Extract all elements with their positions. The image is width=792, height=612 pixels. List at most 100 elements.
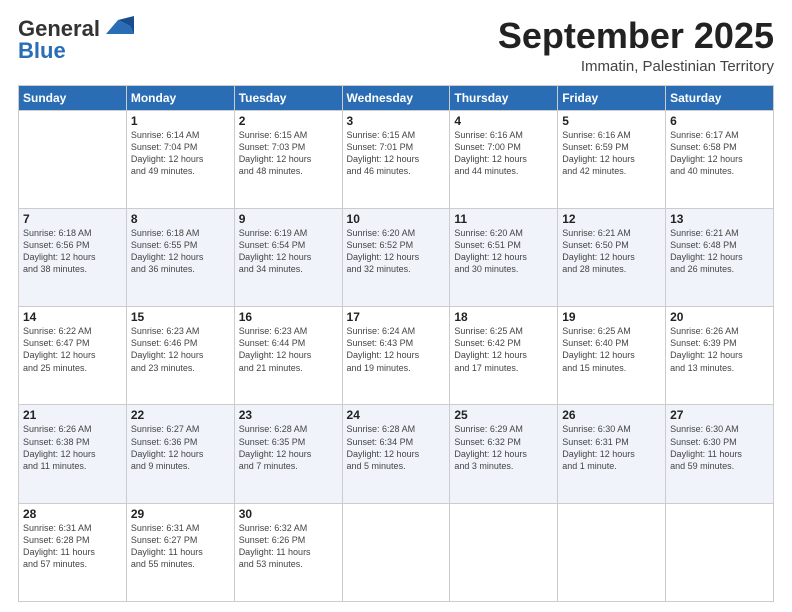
calendar-week-5: 28Sunrise: 6:31 AM Sunset: 6:28 PM Dayli… xyxy=(19,503,774,601)
calendar-cell: 13Sunrise: 6:21 AM Sunset: 6:48 PM Dayli… xyxy=(666,208,774,306)
day-number: 12 xyxy=(562,212,661,226)
day-number: 30 xyxy=(239,507,338,521)
calendar-cell: 15Sunrise: 6:23 AM Sunset: 6:46 PM Dayli… xyxy=(126,307,234,405)
cell-info: Sunrise: 6:21 AM Sunset: 6:50 PM Dayligh… xyxy=(562,227,661,276)
calendar-cell: 30Sunrise: 6:32 AM Sunset: 6:26 PM Dayli… xyxy=(234,503,342,601)
cell-info: Sunrise: 6:31 AM Sunset: 6:28 PM Dayligh… xyxy=(23,522,122,571)
calendar-cell xyxy=(558,503,666,601)
day-header-monday: Monday xyxy=(126,85,234,110)
logo: General Blue xyxy=(18,16,134,64)
day-number: 2 xyxy=(239,114,338,128)
day-number: 13 xyxy=(670,212,769,226)
cell-info: Sunrise: 6:18 AM Sunset: 6:56 PM Dayligh… xyxy=(23,227,122,276)
cell-info: Sunrise: 6:22 AM Sunset: 6:47 PM Dayligh… xyxy=(23,325,122,374)
calendar-cell: 4Sunrise: 6:16 AM Sunset: 7:00 PM Daylig… xyxy=(450,110,558,208)
calendar-cell xyxy=(19,110,127,208)
header-row: SundayMondayTuesdayWednesdayThursdayFrid… xyxy=(19,85,774,110)
calendar-cell: 29Sunrise: 6:31 AM Sunset: 6:27 PM Dayli… xyxy=(126,503,234,601)
calendar-cell: 2Sunrise: 6:15 AM Sunset: 7:03 PM Daylig… xyxy=(234,110,342,208)
day-number: 3 xyxy=(347,114,446,128)
cell-info: Sunrise: 6:25 AM Sunset: 6:42 PM Dayligh… xyxy=(454,325,553,374)
cell-info: Sunrise: 6:31 AM Sunset: 6:27 PM Dayligh… xyxy=(131,522,230,571)
calendar-cell: 17Sunrise: 6:24 AM Sunset: 6:43 PM Dayli… xyxy=(342,307,450,405)
cell-info: Sunrise: 6:16 AM Sunset: 7:00 PM Dayligh… xyxy=(454,129,553,178)
cell-info: Sunrise: 6:16 AM Sunset: 6:59 PM Dayligh… xyxy=(562,129,661,178)
calendar-cell: 5Sunrise: 6:16 AM Sunset: 6:59 PM Daylig… xyxy=(558,110,666,208)
calendar-week-1: 1Sunrise: 6:14 AM Sunset: 7:04 PM Daylig… xyxy=(19,110,774,208)
cell-info: Sunrise: 6:20 AM Sunset: 6:52 PM Dayligh… xyxy=(347,227,446,276)
calendar-cell: 20Sunrise: 6:26 AM Sunset: 6:39 PM Dayli… xyxy=(666,307,774,405)
day-number: 8 xyxy=(131,212,230,226)
cell-info: Sunrise: 6:29 AM Sunset: 6:32 PM Dayligh… xyxy=(454,423,553,472)
cell-info: Sunrise: 6:19 AM Sunset: 6:54 PM Dayligh… xyxy=(239,227,338,276)
day-header-friday: Friday xyxy=(558,85,666,110)
logo-blue: Blue xyxy=(18,38,66,64)
day-number: 11 xyxy=(454,212,553,226)
calendar-cell: 16Sunrise: 6:23 AM Sunset: 6:44 PM Dayli… xyxy=(234,307,342,405)
calendar-cell: 11Sunrise: 6:20 AM Sunset: 6:51 PM Dayli… xyxy=(450,208,558,306)
day-number: 22 xyxy=(131,408,230,422)
cell-info: Sunrise: 6:24 AM Sunset: 6:43 PM Dayligh… xyxy=(347,325,446,374)
calendar-cell: 6Sunrise: 6:17 AM Sunset: 6:58 PM Daylig… xyxy=(666,110,774,208)
day-number: 23 xyxy=(239,408,338,422)
header: General Blue September 2025 Immatin, Pal… xyxy=(18,16,774,75)
day-number: 27 xyxy=(670,408,769,422)
cell-info: Sunrise: 6:17 AM Sunset: 6:58 PM Dayligh… xyxy=(670,129,769,178)
calendar-cell: 1Sunrise: 6:14 AM Sunset: 7:04 PM Daylig… xyxy=(126,110,234,208)
subtitle: Immatin, Palestinian Territory xyxy=(498,58,774,75)
day-number: 28 xyxy=(23,507,122,521)
calendar-cell: 3Sunrise: 6:15 AM Sunset: 7:01 PM Daylig… xyxy=(342,110,450,208)
day-number: 5 xyxy=(562,114,661,128)
month-title: September 2025 xyxy=(498,16,774,56)
calendar-cell: 19Sunrise: 6:25 AM Sunset: 6:40 PM Dayli… xyxy=(558,307,666,405)
day-number: 24 xyxy=(347,408,446,422)
cell-info: Sunrise: 6:15 AM Sunset: 7:03 PM Dayligh… xyxy=(239,129,338,178)
day-number: 15 xyxy=(131,310,230,324)
calendar-cell: 9Sunrise: 6:19 AM Sunset: 6:54 PM Daylig… xyxy=(234,208,342,306)
calendar-cell: 21Sunrise: 6:26 AM Sunset: 6:38 PM Dayli… xyxy=(19,405,127,503)
cell-info: Sunrise: 6:27 AM Sunset: 6:36 PM Dayligh… xyxy=(131,423,230,472)
logo-icon xyxy=(102,16,134,38)
calendar-cell: 27Sunrise: 6:30 AM Sunset: 6:30 PM Dayli… xyxy=(666,405,774,503)
calendar-cell: 25Sunrise: 6:29 AM Sunset: 6:32 PM Dayli… xyxy=(450,405,558,503)
day-number: 26 xyxy=(562,408,661,422)
cell-info: Sunrise: 6:20 AM Sunset: 6:51 PM Dayligh… xyxy=(454,227,553,276)
calendar-week-4: 21Sunrise: 6:26 AM Sunset: 6:38 PM Dayli… xyxy=(19,405,774,503)
calendar-cell: 28Sunrise: 6:31 AM Sunset: 6:28 PM Dayli… xyxy=(19,503,127,601)
day-header-wednesday: Wednesday xyxy=(342,85,450,110)
cell-info: Sunrise: 6:18 AM Sunset: 6:55 PM Dayligh… xyxy=(131,227,230,276)
day-header-tuesday: Tuesday xyxy=(234,85,342,110)
cell-info: Sunrise: 6:30 AM Sunset: 6:30 PM Dayligh… xyxy=(670,423,769,472)
calendar-cell xyxy=(342,503,450,601)
cell-info: Sunrise: 6:26 AM Sunset: 6:38 PM Dayligh… xyxy=(23,423,122,472)
day-number: 1 xyxy=(131,114,230,128)
day-number: 29 xyxy=(131,507,230,521)
day-number: 25 xyxy=(454,408,553,422)
calendar-cell: 22Sunrise: 6:27 AM Sunset: 6:36 PM Dayli… xyxy=(126,405,234,503)
day-number: 18 xyxy=(454,310,553,324)
calendar-cell: 10Sunrise: 6:20 AM Sunset: 6:52 PM Dayli… xyxy=(342,208,450,306)
calendar-week-3: 14Sunrise: 6:22 AM Sunset: 6:47 PM Dayli… xyxy=(19,307,774,405)
calendar-cell: 12Sunrise: 6:21 AM Sunset: 6:50 PM Dayli… xyxy=(558,208,666,306)
day-number: 21 xyxy=(23,408,122,422)
cell-info: Sunrise: 6:14 AM Sunset: 7:04 PM Dayligh… xyxy=(131,129,230,178)
cell-info: Sunrise: 6:32 AM Sunset: 6:26 PM Dayligh… xyxy=(239,522,338,571)
page: General Blue September 2025 Immatin, Pal… xyxy=(0,0,792,612)
cell-info: Sunrise: 6:25 AM Sunset: 6:40 PM Dayligh… xyxy=(562,325,661,374)
day-header-thursday: Thursday xyxy=(450,85,558,110)
cell-info: Sunrise: 6:30 AM Sunset: 6:31 PM Dayligh… xyxy=(562,423,661,472)
cell-info: Sunrise: 6:21 AM Sunset: 6:48 PM Dayligh… xyxy=(670,227,769,276)
day-number: 10 xyxy=(347,212,446,226)
day-header-sunday: Sunday xyxy=(19,85,127,110)
calendar-cell xyxy=(666,503,774,601)
day-number: 19 xyxy=(562,310,661,324)
day-number: 9 xyxy=(239,212,338,226)
calendar-cell: 24Sunrise: 6:28 AM Sunset: 6:34 PM Dayli… xyxy=(342,405,450,503)
day-number: 17 xyxy=(347,310,446,324)
title-block: September 2025 Immatin, Palestinian Terr… xyxy=(498,16,774,75)
day-header-saturday: Saturday xyxy=(666,85,774,110)
calendar-cell: 8Sunrise: 6:18 AM Sunset: 6:55 PM Daylig… xyxy=(126,208,234,306)
cell-info: Sunrise: 6:26 AM Sunset: 6:39 PM Dayligh… xyxy=(670,325,769,374)
cell-info: Sunrise: 6:15 AM Sunset: 7:01 PM Dayligh… xyxy=(347,129,446,178)
cell-info: Sunrise: 6:23 AM Sunset: 6:44 PM Dayligh… xyxy=(239,325,338,374)
